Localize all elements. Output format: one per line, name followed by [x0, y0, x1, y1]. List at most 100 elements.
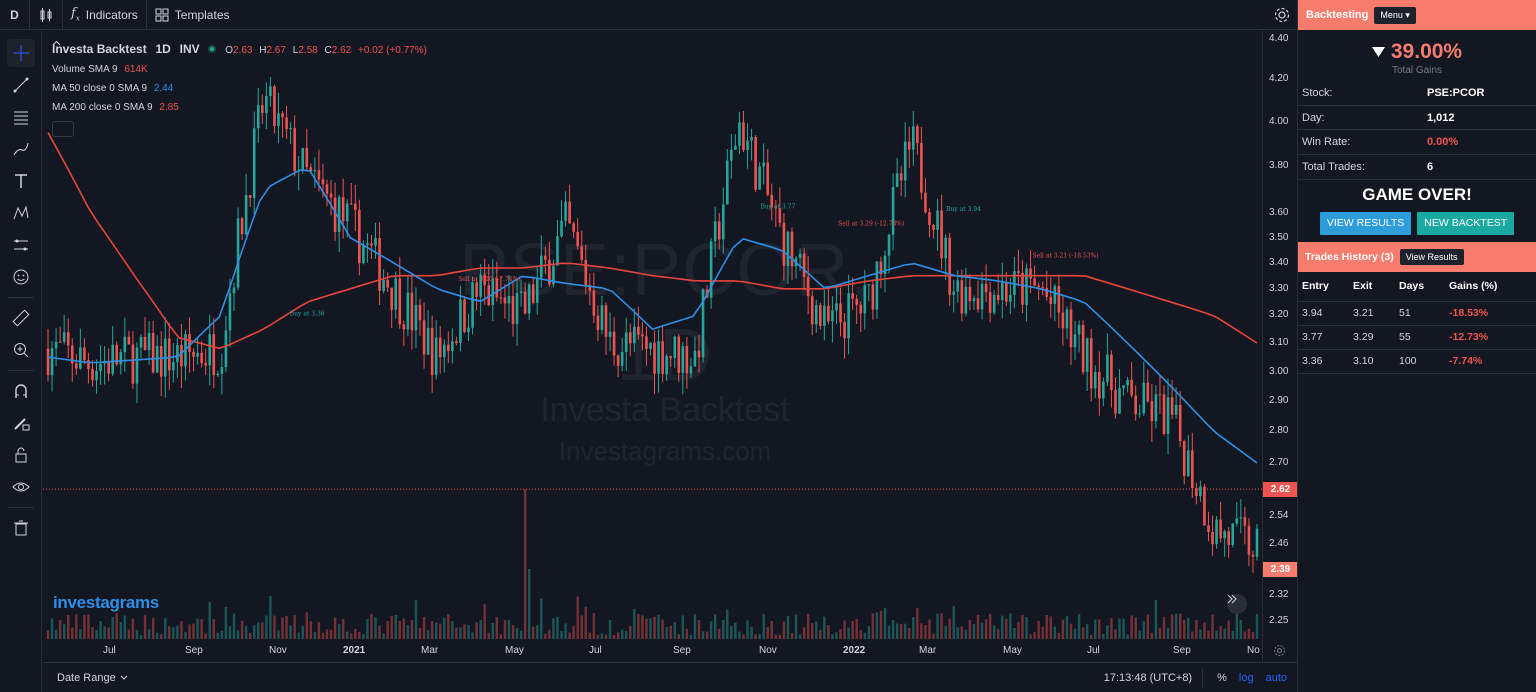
volume-bar: [358, 631, 361, 639]
stat-row: Win Rate: 0.00%: [1298, 130, 1536, 156]
price-tick: 2.25: [1269, 615, 1289, 627]
volume-bar: [313, 632, 317, 639]
candle-body: [1106, 354, 1109, 382]
log-scale-toggle[interactable]: log: [1233, 672, 1260, 684]
volume-bar: [447, 614, 450, 639]
candle-body: [1077, 325, 1081, 335]
candle-body: [535, 277, 539, 303]
chart-settings-button[interactable]: [1271, 4, 1293, 26]
trade-row[interactable]: 3.94 3.21 51 -18.53%: [1298, 302, 1536, 326]
candle-body: [180, 345, 183, 367]
view-results-button[interactable]: VIEW RESULTS: [1319, 211, 1412, 235]
time-tick: May: [505, 645, 524, 656]
volume-bar: [467, 624, 470, 639]
candle-body: [507, 296, 511, 304]
candle-body: [924, 192, 927, 213]
crosshair-tool[interactable]: [6, 39, 35, 67]
volume-bar: [511, 625, 515, 639]
percent-scale-toggle[interactable]: %: [1211, 672, 1233, 684]
volume-bar: [592, 613, 596, 639]
bottom-toolbar: Date Range 17:13:48 (UTC+8) % log auto: [43, 662, 1297, 692]
candle-body: [693, 350, 697, 367]
volume-bar: [1243, 631, 1247, 639]
trade-row[interactable]: 3.36 3.10 100 -7.74%: [1298, 350, 1536, 374]
candle-body: [459, 299, 462, 343]
chart-pane[interactable]: PSE:PCOR, 1D Investa Backtest Investagra…: [43, 31, 1262, 661]
volume-bar: [580, 615, 583, 639]
candle-body: [823, 305, 826, 326]
hide-drawings-tool[interactable]: [7, 473, 35, 501]
volume-bar: [1207, 630, 1210, 639]
remove-drawings-tool[interactable]: [7, 514, 35, 542]
candle-body: [758, 166, 761, 190]
candle-body: [798, 253, 802, 258]
legend-ma200-row[interactable]: MA 200 close 0 SMA 9 2.85: [52, 98, 427, 117]
magnet-icon: [14, 384, 27, 398]
candle-body: [414, 304, 418, 331]
volume-bar: [1158, 627, 1162, 639]
lock-all-tool[interactable]: [7, 441, 35, 469]
text-tool[interactable]: [7, 167, 35, 195]
interval-selector[interactable]: D: [0, 0, 30, 30]
candle-body: [1005, 282, 1008, 302]
volume-bar: [184, 632, 187, 639]
candle-body: [972, 298, 976, 302]
volume-bar: [904, 623, 907, 639]
clock-display[interactable]: 17:13:48 (UTC+8): [1094, 669, 1204, 687]
volume-bar: [722, 620, 725, 639]
new-backtest-button[interactable]: NEW BACKTEST: [1417, 211, 1515, 235]
price-tick: 4.40: [1269, 32, 1289, 44]
candle-body: [968, 286, 972, 302]
volume-bar: [192, 623, 195, 639]
axis-settings-button[interactable]: [1262, 639, 1297, 661]
trade-row[interactable]: 3.77 3.29 55 -12.73%: [1298, 326, 1536, 350]
menu-label: Menu: [1380, 9, 1403, 20]
volume-bar: [637, 613, 640, 639]
volume-bar: [261, 622, 264, 639]
trendline-tool[interactable]: [7, 71, 35, 99]
candle-body: [95, 370, 98, 381]
candle-body: [665, 356, 668, 375]
legend-volume-row[interactable]: Volume SMA 9 614K: [52, 60, 427, 79]
volume-bar: [386, 620, 389, 639]
time-axis[interactable]: Jul Sep Nov 2021 Mar May Jul Sep Nov 2022 Mar May Ju…: [43, 639, 1262, 661]
indicators-button[interactable]: fx Indicators: [63, 0, 147, 30]
chart-style-button[interactable]: [30, 0, 63, 30]
auto-scale-toggle[interactable]: auto: [1260, 672, 1293, 684]
legend-symbol-row: Investa Backtest 1D INV O2.63 H2.67 L2.5…: [52, 40, 427, 60]
date-range-button[interactable]: Date Range: [57, 672, 128, 684]
price-axis[interactable]: 2.62 2.39 4.40 4.20 4.00 3.80 3.60 3.50 3.40 3.…: [1262, 31, 1298, 661]
candle-body: [358, 209, 361, 264]
trades-view-results-button[interactable]: View Results: [1399, 248, 1464, 265]
volume-bar: [895, 623, 899, 639]
candle-body: [1134, 395, 1137, 415]
candle-body: [325, 184, 329, 194]
pattern-tool[interactable]: [7, 199, 35, 227]
volume-bar: [572, 626, 575, 639]
zoom-tool[interactable]: [7, 336, 35, 364]
templates-button[interactable]: Templates: [147, 0, 238, 30]
candle-body: [455, 341, 458, 343]
candle-body: [394, 278, 398, 310]
legend-interval: 1D: [155, 42, 171, 56]
icons-tool[interactable]: [7, 263, 35, 291]
scroll-to-realtime-button[interactable]: [1227, 594, 1247, 614]
candle-body: [236, 218, 240, 288]
lock-drawing-tool[interactable]: [7, 409, 35, 437]
volume-bar: [1130, 615, 1133, 639]
volume-bar: [1187, 617, 1190, 639]
volume-bar: [131, 618, 135, 639]
price-tick: 2.54: [1269, 510, 1289, 522]
volume-bar: [212, 619, 215, 639]
fib-tool[interactable]: [7, 103, 35, 131]
volume-bar: [1251, 631, 1255, 639]
prediction-tool[interactable]: [7, 231, 35, 259]
backtest-menu-button[interactable]: Menu ▾: [1374, 6, 1416, 24]
legend-ma50-row[interactable]: MA 50 close 0 SMA 9 2.44: [52, 79, 427, 98]
magnet-tool[interactable]: [7, 377, 35, 405]
candle-body: [1021, 272, 1024, 305]
brush-tool[interactable]: [7, 135, 35, 163]
collapse-legend-button[interactable]: [52, 40, 74, 137]
candle-body: [1102, 381, 1105, 399]
measure-tool[interactable]: [7, 304, 35, 332]
